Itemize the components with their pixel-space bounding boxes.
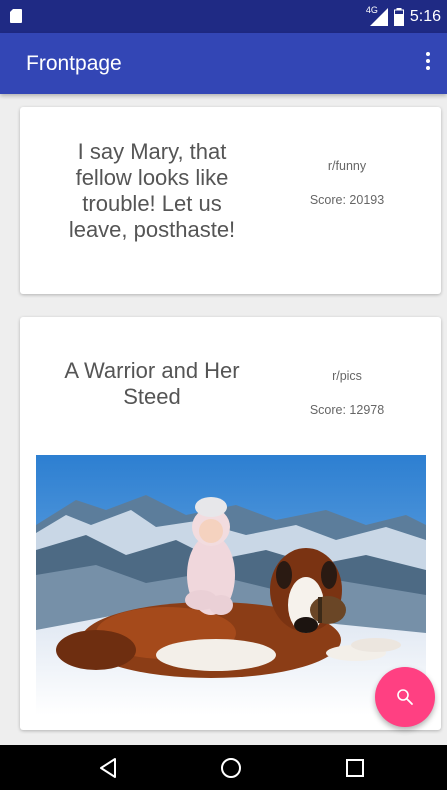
search-icon: [397, 689, 413, 705]
back-icon[interactable]: [95, 755, 121, 781]
app-bar: Frontpage: [0, 33, 447, 94]
post-title: A Warrior and Her Steed: [64, 358, 240, 409]
post-title: I say Mary, that fellow looks like troub…: [68, 139, 236, 242]
post-meta: r/pics Score: 12978: [287, 369, 407, 417]
clock: 5:16: [409, 8, 441, 25]
signal-icon: 4G: [365, 5, 388, 26]
battery-icon: [393, 8, 404, 26]
home-icon[interactable]: [218, 755, 244, 781]
post-subreddit: r/pics: [332, 369, 362, 383]
more-vert-icon[interactable]: [419, 49, 437, 77]
network-type: 4G: [365, 5, 378, 15]
post-card[interactable]: I say Mary, that fellow looks like troub…: [20, 107, 441, 294]
post-subreddit: r/funny: [327, 159, 367, 173]
system-nav-bar: [0, 745, 447, 790]
post-image[interactable]: [36, 455, 426, 715]
post-score: Score: 20193: [309, 193, 385, 207]
post-meta: r/funny Score: 20193: [287, 159, 407, 207]
status-bar: 4G 5:16: [0, 0, 447, 33]
post-card[interactable]: A Warrior and Her Steed r/pics Score: 12…: [20, 317, 441, 730]
recents-icon[interactable]: [342, 755, 368, 781]
app-title: Frontpage: [26, 52, 122, 75]
post-score: Score: 12978: [309, 403, 385, 417]
search-fab-button[interactable]: [375, 667, 435, 727]
sd-card-icon: [10, 9, 22, 23]
